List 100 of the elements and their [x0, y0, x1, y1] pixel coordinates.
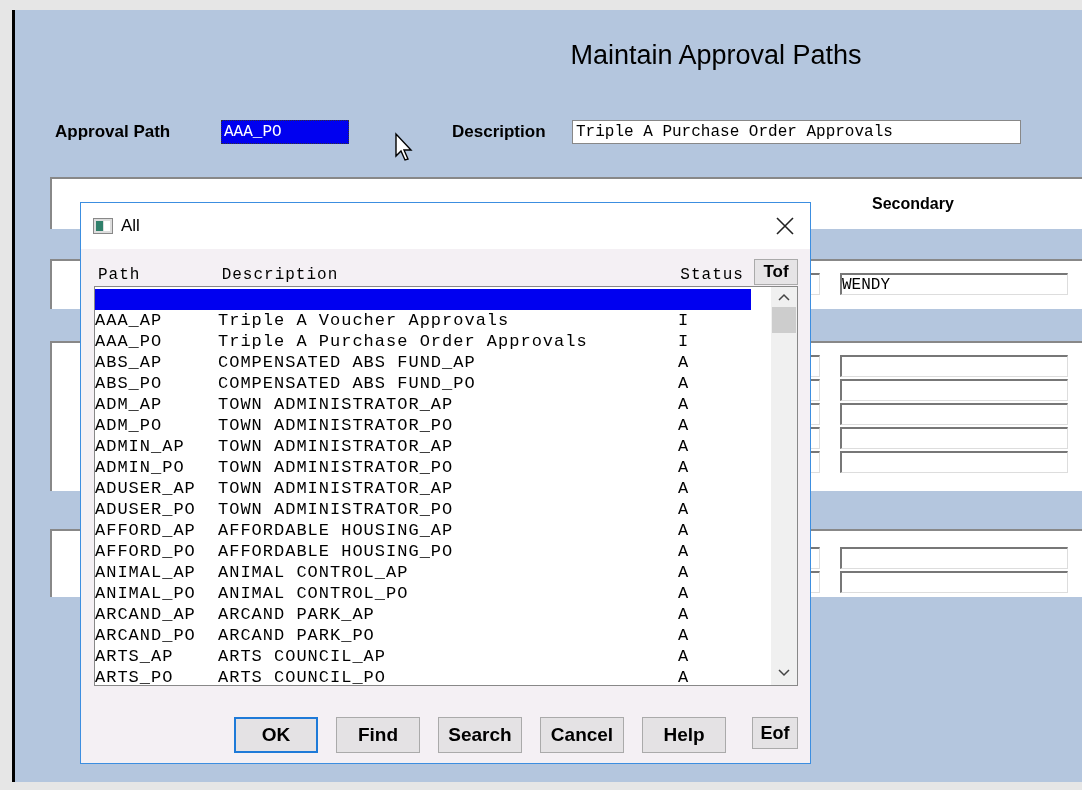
description-cell-text: Triple A Voucher Approvals: [218, 310, 511, 331]
status-cell-text: A: [678, 415, 691, 436]
status-cell-text: A: [678, 646, 691, 667]
status-cell-text: A: [678, 352, 691, 373]
dialog-title: All: [121, 216, 140, 236]
description-cell-text: ARCAND PARK_AP: [218, 604, 376, 625]
list-row[interactable]: ARCAND_PO ARCAND PARK_PO A: [95, 625, 771, 646]
list-row[interactable]: ANIMAL_PO ANIMAL CONTROL_PO A: [95, 583, 771, 604]
dialog-button[interactable]: Find: [336, 717, 420, 753]
list-row[interactable]: ADMIN_PO TOWN ADMINISTRATOR_PO A: [95, 457, 771, 478]
path-cell-text: ANIMAL_AP: [95, 562, 197, 583]
dialog-button[interactable]: Cancel: [540, 717, 624, 753]
list-row[interactable]: AFFORD_AP AFFORDABLE HOUSING_AP A: [95, 520, 771, 541]
description-cell-text: Triple A Purchase Order Approvals: [218, 331, 589, 352]
description-cell-text: ANIMAL CONTROL_PO: [218, 583, 410, 604]
approval-path-field[interactable]: AAA_PO: [221, 120, 349, 144]
status-cell-text: A: [678, 457, 691, 478]
dialog-button[interactable]: Search: [438, 717, 522, 753]
description-cell-text: ARCAND PARK_PO: [218, 625, 376, 646]
column-header: Secondary: [872, 195, 954, 213]
path-cell-text: AFFORD_PO: [95, 541, 197, 562]
input-field[interactable]: [840, 547, 1068, 569]
path-cell-text: ADMIN_AP: [95, 436, 186, 457]
path-cell-text: AAA_AP: [95, 310, 164, 331]
list-row[interactable]: ABS_PO COMPENSATED ABS FUND_PO A: [95, 373, 771, 394]
status-cell-text: A: [678, 583, 691, 604]
secondary-field[interactable]: WENDY: [840, 273, 1068, 295]
input-field[interactable]: [840, 403, 1068, 425]
list-row[interactable]: AAA_AP Triple A Voucher Approvals I: [95, 310, 771, 331]
path-cell-text: ADMIN_PO: [95, 457, 186, 478]
list-row[interactable]: ADM_AP TOWN ADMINISTRATOR_AP A: [95, 394, 771, 415]
description-cell-text: TOWN ADMINISTRATOR_AP: [218, 394, 455, 415]
status-cell-text: A: [678, 625, 691, 646]
input-field[interactable]: [840, 427, 1068, 449]
description-cell-text: AFFORDABLE HOUSING_AP: [218, 520, 455, 541]
description-cell-text: ANIMAL CONTROL_AP: [218, 562, 410, 583]
list-row[interactable]: AAA_PO Triple A Purchase Order Approvals I: [95, 331, 771, 352]
list-row[interactable]: ARCAND_AP ARCAND PARK_AP A: [95, 604, 771, 625]
form-title: Maintain Approval Paths: [570, 40, 862, 72]
list-row[interactable]: ADUSER_PO TOWN ADMINISTRATOR_PO A: [95, 499, 771, 520]
path-cell-text: ARCAND_PO: [95, 625, 197, 646]
status-cell-text: A: [678, 667, 691, 688]
path-cell-text: ARCAND_AP: [95, 604, 197, 625]
description-cell-text: TOWN ADMINISTRATOR_PO: [218, 415, 455, 436]
list-row[interactable]: ADMIN_AP TOWN ADMINISTRATOR_AP A: [95, 436, 771, 457]
top-of-file-button[interactable]: Tof: [754, 259, 798, 285]
dialog-button[interactable]: OK: [234, 717, 318, 753]
description-field[interactable]: Triple A Purchase Order Approvals: [572, 120, 1021, 144]
status-cell-text: I: [678, 310, 691, 331]
input-field[interactable]: [840, 355, 1068, 377]
status-cell-text: A: [678, 562, 691, 583]
description-cell-text: TOWN ADMINISTRATOR_AP: [218, 478, 455, 499]
scroll-down-icon[interactable]: [778, 669, 790, 677]
path-cell-text: ADUSER_AP: [95, 478, 197, 499]
column-header: Description: [221, 265, 340, 285]
description-cell-text: TOWN ADMINISTRATOR_PO: [218, 499, 455, 520]
description-cell-text: TOWN ADMINISTRATOR_PO: [218, 457, 455, 478]
input-field[interactable]: [840, 451, 1068, 473]
approval-path-label: Approval Path: [55, 122, 172, 142]
status-cell-text: A: [678, 604, 691, 625]
path-cell-text: ANIMAL_PO: [95, 583, 197, 604]
status-cell-text: A: [678, 394, 691, 415]
column-header: Path: [98, 265, 142, 285]
input-field[interactable]: [840, 571, 1068, 593]
path-cell-text: ADUSER_PO: [95, 499, 197, 520]
window-icon: [93, 218, 113, 234]
end-of-file-button[interactable]: Eof: [752, 717, 798, 749]
list-row[interactable]: ABS_AP COMPENSATED ABS FUND_AP A: [95, 352, 771, 373]
description-cell-text: ARTS COUNCIL_PO: [218, 667, 388, 688]
path-cell-text: AAA_PO: [95, 331, 164, 352]
path-cell-text: ADM_PO: [95, 415, 164, 436]
path-cell-text: ABS_PO: [95, 373, 164, 394]
description-cell-text: COMPENSATED ABS FUND_PO: [218, 373, 477, 394]
scroll-thumb[interactable]: [772, 307, 796, 333]
path-cell-text: ARTS_PO: [95, 667, 175, 688]
status-cell-text: A: [678, 541, 691, 562]
dialog-button[interactable]: Help: [642, 717, 726, 753]
list-row[interactable]: ARTS_AP ARTS COUNCIL_AP A: [95, 646, 771, 667]
path-cell-text: ARTS_AP: [95, 646, 175, 667]
column-header: Status: [680, 265, 745, 285]
list-row[interactable]: ANIMAL_AP ANIMAL CONTROL_AP A: [95, 562, 771, 583]
close-icon[interactable]: [776, 217, 794, 235]
path-cell-text: ADM_AP: [95, 394, 164, 415]
status-cell-text: A: [678, 520, 691, 541]
path-cell-text: ABS_AP: [95, 352, 164, 373]
status-cell-text: A: [678, 478, 691, 499]
status-cell-text: A: [678, 436, 691, 457]
list-row[interactable]: ADUSER_AP TOWN ADMINISTRATOR_AP A: [95, 478, 771, 499]
description-label: Description: [452, 122, 547, 142]
scroll-up-icon[interactable]: [778, 293, 790, 301]
list-row[interactable]: AFFORD_PO AFFORDABLE HOUSING_PO A: [95, 541, 771, 562]
list-row[interactable]: ADM_PO TOWN ADMINISTRATOR_PO A: [95, 415, 771, 436]
input-field[interactable]: [840, 379, 1068, 401]
list-row[interactable]: ARTS_PO ARTS COUNCIL_PO A: [95, 667, 771, 688]
status-cell-text: A: [678, 373, 691, 394]
status-cell-text: A: [678, 499, 691, 520]
scrollbar[interactable]: [771, 287, 797, 685]
path-cell-text: AFFORD_AP: [95, 520, 197, 541]
status-cell-text: I: [678, 331, 691, 352]
description-cell-text: TOWN ADMINISTRATOR_AP: [218, 436, 455, 457]
